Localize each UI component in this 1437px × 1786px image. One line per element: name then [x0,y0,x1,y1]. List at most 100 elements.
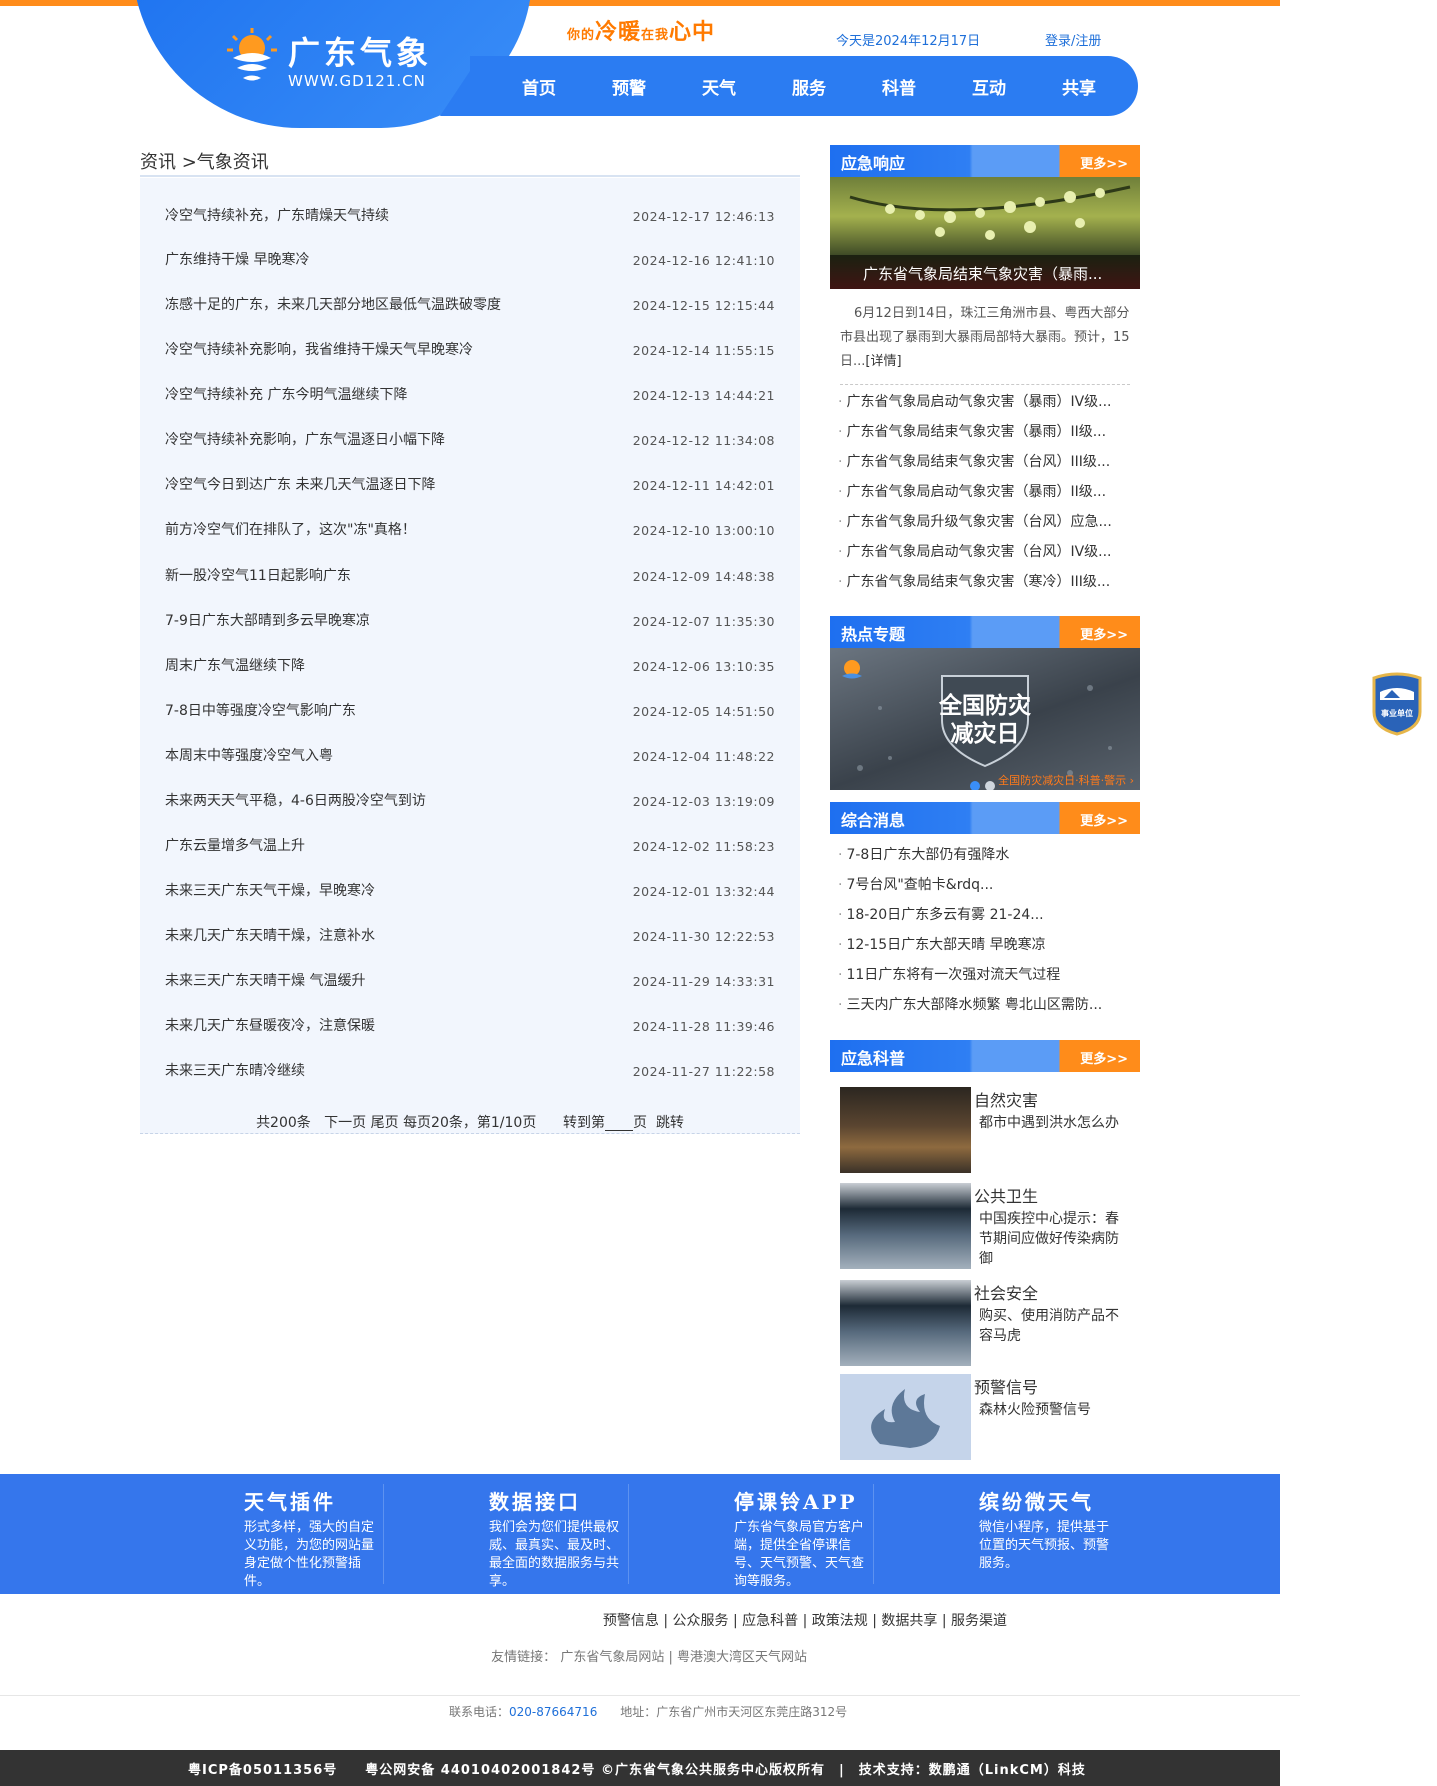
page-number-input[interactable] [605,1115,634,1131]
general-news-item[interactable]: 11日广东将有一次强对流天气过程 [838,964,1060,984]
news-title[interactable]: 周末广东气温继续下降 [165,655,305,675]
pager-info: 每页20条，第1/10页 [403,1115,537,1131]
news-title[interactable]: 冷空气持续补充影响，我省维持干燥天气早晚寒冷 [165,339,473,359]
news-row: 前方冷空气们在排队了，这次"冻"真格！ 2024-12-10 13:00:10 [165,519,775,549]
emergency-science-title: 应急科普 [841,1049,906,1068]
footer-service-desc: 形式多样，强大的自定义功能，为您的网站量身定做个性化预警插件。 [244,1520,375,1589]
emergency-photo-caption[interactable]: 广东省气象局结束气象灾害（暴雨... [830,255,1140,289]
general-news-item[interactable]: 12-15日广东大部天晴 早晚寒凉 [838,934,1045,954]
emergency-detail-link[interactable]: [详情] [865,354,901,369]
news-title[interactable]: 7-9日广东大部晴到多云早晚寒凉 [165,610,370,630]
news-title[interactable]: 冻感十足的广东，未来几天部分地区最低气温跌破零度 [165,294,501,314]
nav-science[interactable]: 科普 [868,74,958,99]
science-category[interactable]: 公共卫生 [974,1183,1038,1207]
footer-service-app[interactable]: 停课铃APP 广东省气象局官方客户端，提供全省停课信号、天气预警、天气查询等服务… [734,1486,874,1591]
hot-banner-line-1: 全国防灾 [939,693,1031,719]
news-title[interactable]: 未来三天广东晴冷继续 [165,1060,305,1080]
news-title[interactable]: 未来几天广东昼暖夜冷，注意保暖 [165,1015,375,1035]
emergency-list-item[interactable]: 广东省气象局升级气象灾害（台风）应急... [838,511,1111,531]
science-thumbnail-rain[interactable] [840,1183,971,1269]
news-title[interactable]: 7-8日中等强度冷空气影响广东 [165,700,356,720]
nav-share[interactable]: 共享 [1048,74,1138,99]
hot-topics-more-link[interactable]: 更多>> [1080,624,1128,643]
nav-warning[interactable]: 预警 [598,74,688,99]
footer-service-api[interactable]: 数据接口 我们会为您们提供最权威、最真实、最及时、最全面的数据服务与共享。 [489,1486,629,1591]
pager-last[interactable]: 尾页 [371,1115,399,1131]
footer-link[interactable]: 公众服务 [673,1613,729,1629]
footer-service-plugin[interactable]: 天气插件 形式多样，强大的自定义功能，为您的网站量身定做个性化预警插件。 [244,1486,384,1591]
logo-title[interactable]: 广东气象 [288,28,432,74]
footer-link[interactable]: 服务渠道 [951,1613,1007,1629]
footer-link[interactable]: 应急科普 [742,1613,798,1629]
footer-link[interactable]: 预警信息 [603,1613,659,1629]
emergency-list-item[interactable]: 广东省气象局结束气象灾害（台风）III级... [838,451,1110,471]
nav-home[interactable]: 首页 [508,74,598,99]
news-date: 2024-12-02 11:58:23 [632,839,775,854]
hot-topics-title: 热点专题 [841,625,906,644]
friend-link[interactable]: 广东省气象局网站 [560,1650,664,1665]
badge-label: 事业单位 [1381,708,1413,718]
news-row: 广东维持干燥 早晚寒冷 2024-12-16 12:41:10 [165,249,775,279]
news-date: 2024-12-17 12:46:13 [632,209,775,224]
emergency-list-item[interactable]: 广东省气象局结束气象灾害（暴雨）II级... [838,421,1106,441]
news-title[interactable]: 未来两天天气平稳，4-6日两股冷空气到访 [165,790,426,810]
emergency-list-item[interactable]: 广东省气象局启动气象灾害（暴雨）IV级... [838,391,1111,411]
science-thumbnail-fire-signal[interactable] [840,1374,971,1460]
emergency-more-link[interactable]: 更多>> [1080,153,1128,172]
friend-link[interactable]: 粤港澳大湾区天气网站 [677,1650,807,1665]
news-title[interactable]: 广东维持干燥 早晚寒冷 [165,249,309,269]
news-title[interactable]: 冷空气持续补充影响，广东气温逐日小幅下降 [165,429,445,449]
pager-next[interactable]: 下一页 [324,1115,366,1131]
news-row: 冻感十足的广东，未来几天部分地区最低气温跌破零度 2024-12-15 12:15… [165,294,775,324]
news-title[interactable]: 广东云量增多气温上升 [165,835,305,855]
news-title[interactable]: 未来三天广东天晴干燥 气温缓升 [165,970,365,990]
contact-info: 联系电话：020-87664716 地址：广东省广州市天河区东莞庄路312号 [449,1703,847,1720]
science-desc[interactable]: 购买、使用消防产品不容马虎 [979,1306,1129,1346]
news-date: 2024-12-15 12:15:44 [632,298,775,313]
emergency-photo[interactable]: 广东省气象局结束气象灾害（暴雨... [830,177,1140,289]
pager-jump-button[interactable]: 跳转 [656,1115,684,1131]
general-news-item[interactable]: 7号台风"查帕卡&rdq... [838,874,993,894]
general-news-item[interactable]: 7-8日广东大部仍有强降水 [838,844,1009,864]
news-title[interactable]: 未来三天广东天气干燥，早晚寒冷 [165,880,375,900]
contact-tel[interactable]: 020-87664716 [509,1705,597,1719]
general-news-item[interactable]: 三天内广东大部降水频繁 粤北山区需防... [838,994,1102,1014]
news-date: 2024-12-16 12:41:10 [632,253,775,268]
news-title[interactable]: 前方冷空气们在排队了，这次"冻"真格！ [165,519,416,539]
science-category[interactable]: 自然灾害 [974,1087,1038,1111]
science-desc[interactable]: 森林火险预警信号 [979,1400,1129,1420]
nav-interact[interactable]: 互动 [958,74,1048,99]
science-category[interactable]: 预警信号 [974,1374,1038,1398]
science-category[interactable]: 社会安全 [974,1280,1038,1304]
science-desc[interactable]: 都市中遇到洪水怎么办 [979,1113,1129,1133]
hot-banner-caption[interactable]: 全国防灾减灾日·科普·警示 › [998,772,1134,788]
news-title[interactable]: 新一股冷空气11日起影响广东 [165,565,351,585]
general-news-item[interactable]: 18-20日广东多云有雾 21-24... [838,904,1043,924]
science-desc[interactable]: 中国疾控中心提示：春节期间应做好传染病防御 [979,1209,1129,1269]
footer-service-wechat[interactable]: 缤纷微天气 微信小程序，提供基于位置的天气预报、预警服务。 [979,1486,1119,1573]
footer-service-desc: 广东省气象局官方客户端，提供全省停课信号、天气预警、天气查询等服务。 [734,1520,865,1589]
emergency-list-item[interactable]: 广东省气象局结束气象灾害（寒冷）III级... [838,571,1110,591]
science-thumbnail-rain[interactable] [840,1280,971,1366]
login-register-link[interactable]: 登录/注册 [1045,30,1101,49]
news-title[interactable]: 冷空气持续补充 广东今明气温继续下降 [165,384,407,404]
emergency-science-more-link[interactable]: 更多>> [1080,1048,1128,1067]
nav-service[interactable]: 服务 [778,74,868,99]
emergency-list-item[interactable]: 广东省气象局启动气象灾害（暴雨）II级... [838,481,1106,501]
hot-topic-banner[interactable]: 全国防灾 减灾日 全国防灾减灾日·科普·警示 › [830,648,1140,790]
nav-weather[interactable]: 天气 [688,74,778,99]
footer-link[interactable]: 数据共享 [881,1613,937,1629]
emergency-list-item[interactable]: 广东省气象局启动气象灾害（台风）IV级... [838,541,1111,561]
news-title[interactable]: 未来几天广东天晴干燥，注意补水 [165,925,375,945]
footer-link[interactable]: 政策法规 [812,1613,868,1629]
news-date: 2024-12-10 13:00:10 [632,523,775,538]
news-title[interactable]: 冷空气今日到达广东 未来几天气温逐日下降 [165,474,435,494]
general-news-more-link[interactable]: 更多>> [1080,810,1128,829]
news-title[interactable]: 本周末中等强度冷空气入粤 [165,745,333,765]
science-thumbnail-flood[interactable] [840,1087,971,1173]
footer-links: 预警信息 | 公众服务 | 应急科普 | 政策法规 | 数据共享 | 服务渠道 [602,1613,1007,1629]
public-institution-badge-icon[interactable]: 事业单位 [1370,672,1424,736]
news-title[interactable]: 冷空气持续补充，广东晴燥天气持续 [165,205,389,225]
logo-icon[interactable] [225,28,279,86]
pager-goto-suffix: 页 [633,1115,648,1131]
